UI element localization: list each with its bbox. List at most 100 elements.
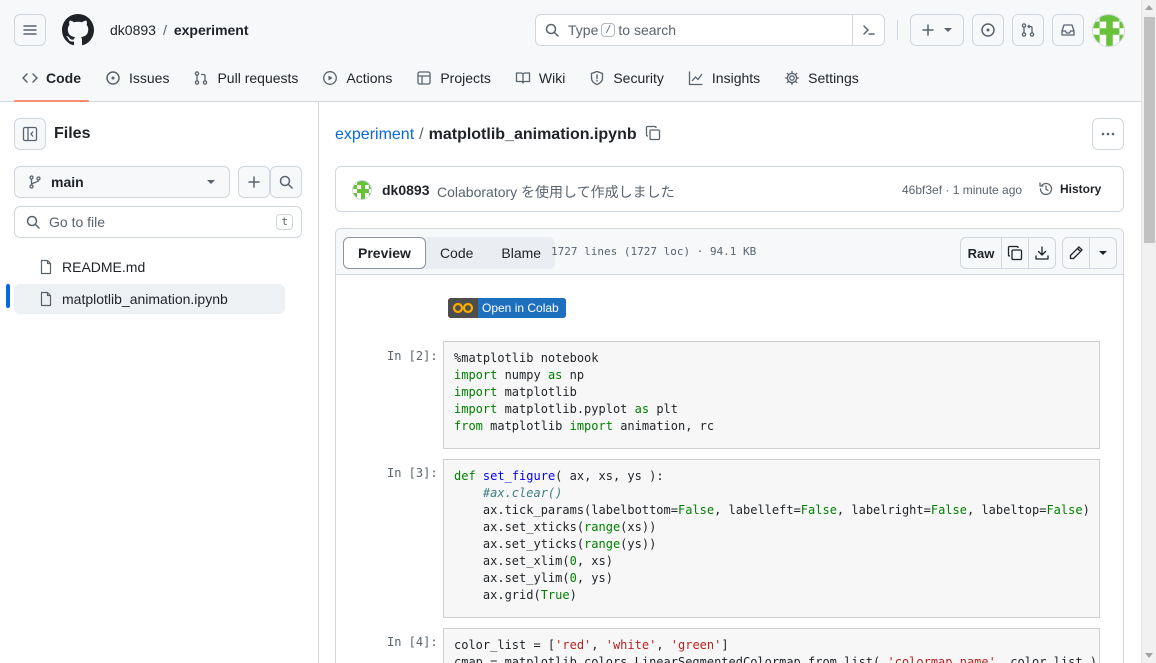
latest-commit-box: dk0893 Colaboratory を使用して作成しました 46bf3ef … [335, 166, 1124, 212]
commit-meta[interactable]: 46bf3ef · 1 minute ago [902, 183, 1022, 197]
pull-requests-button[interactable] [1012, 14, 1044, 46]
branch-name: main [51, 174, 84, 190]
colab-logo-icon [448, 298, 478, 318]
search-icon [544, 22, 560, 38]
file-item-notebook[interactable]: matplotlib_animation.ipynb [14, 284, 285, 314]
book-icon [515, 72, 531, 84]
commit-message[interactable]: Colaboratory を使用して作成しました [437, 182, 675, 202]
tab-actions[interactable]: Actions [314, 60, 400, 96]
commit-author[interactable]: dk0893 [382, 182, 429, 198]
search-files-button[interactable] [270, 166, 302, 198]
colab-badge-label: Open in Colab [478, 298, 566, 318]
copy-raw-button[interactable] [1001, 237, 1029, 269]
collapse-sidebar-button[interactable] [14, 118, 46, 150]
go-to-file-placeholder: Go to file [49, 214, 106, 230]
more-options-button[interactable] [1092, 118, 1124, 150]
history-icon [1039, 182, 1053, 196]
github-logo[interactable] [62, 14, 94, 46]
git-branch-icon [27, 174, 43, 190]
identicon-icon [1093, 15, 1124, 46]
code-cell: %matplotlib notebook import numpy as np … [443, 341, 1100, 449]
scrollbar-thumb[interactable] [1144, 17, 1155, 243]
header-divider [897, 20, 898, 40]
go-to-file-shortcut: t [276, 214, 293, 230]
tab-settings[interactable]: Settings [776, 60, 867, 96]
breadcrumb-separator: / [162, 22, 167, 38]
cell-prompt: In [4]: [387, 635, 438, 649]
tab-projects[interactable]: Projects [408, 60, 499, 96]
scroll-down-arrow-icon[interactable] [1145, 653, 1153, 658]
tab-wiki[interactable]: Wiki [507, 60, 573, 96]
github-mark-icon [62, 14, 94, 46]
download-button[interactable] [1028, 237, 1056, 269]
repo-breadcrumb: dk0893 / experiment [110, 21, 249, 39]
issues-button[interactable] [972, 14, 1004, 46]
tab-insights-label: Insights [711, 70, 761, 86]
code-cell: color_list = ['red', 'white', 'green'] c… [443, 628, 1100, 663]
tab-issues[interactable]: Issues [97, 60, 177, 96]
plus-icon [248, 176, 260, 188]
branch-selector[interactable]: main [14, 166, 230, 198]
path-repo-link[interactable]: experiment [335, 126, 414, 143]
search-input[interactable]: Type / to search [535, 14, 885, 46]
scroll-up-arrow-icon[interactable] [1145, 5, 1153, 10]
tab-security-label: Security [613, 70, 664, 86]
tab-code-view[interactable]: Code [426, 237, 487, 269]
add-file-button[interactable] [238, 166, 270, 198]
history-button[interactable]: History [1038, 181, 1101, 197]
notebook-preview: Open in Colab In [2]: %matplotlib notebo… [336, 275, 1123, 663]
file-info: 1727 lines (1727 loc) · 94.1 KB [551, 245, 757, 258]
issue-opened-icon [981, 23, 995, 37]
tab-code-label: Code [46, 70, 81, 86]
commit-author-avatar[interactable] [352, 180, 372, 200]
command-palette-button[interactable] [852, 15, 884, 45]
tab-pull-requests-label: Pull requests [217, 70, 299, 86]
copy-path-button[interactable] [645, 125, 661, 144]
hamburger-menu-button[interactable] [14, 14, 46, 46]
page: dk0893 / experiment Type / to search Code … [0, 0, 1156, 663]
file-header: Preview Code Blame 1727 lines (1727 loc)… [336, 229, 1123, 275]
inbox-button[interactable] [1052, 14, 1084, 46]
tab-issues-label: Issues [129, 70, 170, 86]
file-icon [40, 259, 52, 275]
tab-security[interactable]: Security [581, 60, 672, 96]
sidebar-collapse-icon [22, 126, 38, 142]
tab-settings-label: Settings [808, 70, 859, 86]
path-separator: / [419, 126, 424, 143]
raw-button[interactable]: Raw [960, 237, 1002, 269]
git-pull-request-icon [1021, 23, 1035, 37]
global-header: dk0893 / experiment Type / to search Code … [0, 0, 1141, 102]
create-new-button[interactable] [910, 14, 964, 46]
edit-file-button[interactable] [1062, 237, 1090, 269]
search-placeholder-prefix: Type [568, 22, 599, 38]
tab-preview[interactable]: Preview [343, 237, 426, 269]
tab-blame[interactable]: Blame [487, 237, 555, 269]
user-avatar[interactable] [1092, 14, 1125, 47]
page-scrollbar[interactable] [1141, 0, 1156, 663]
tab-code[interactable]: Code [14, 60, 89, 102]
edit-options-button[interactable] [1089, 237, 1117, 269]
tab-pull-requests[interactable]: Pull requests [185, 60, 306, 96]
gear-icon [785, 70, 800, 86]
cell-prompt: In [3]: [387, 466, 438, 480]
copy-icon [645, 125, 661, 141]
file-item-label: README.md [62, 259, 146, 275]
file-content-box: Preview Code Blame 1727 lines (1727 loc)… [335, 228, 1124, 663]
path-file-name: matplotlib_animation.ipynb [428, 126, 637, 143]
search-icon [279, 175, 293, 189]
triangle-down-icon [1099, 251, 1107, 255]
identicon-icon [353, 181, 371, 199]
repo-link[interactable]: experiment [174, 22, 249, 38]
open-in-colab-badge[interactable]: Open in Colab [448, 298, 566, 318]
tab-insights[interactable]: Insights [680, 60, 768, 96]
code-icon [22, 73, 38, 83]
file-item-readme[interactable]: README.md [14, 252, 285, 282]
graph-icon [688, 71, 703, 86]
copy-icon [1007, 245, 1023, 261]
go-to-file-input[interactable]: Go to file t [14, 206, 302, 238]
issue-icon [106, 71, 120, 85]
tab-actions-label: Actions [346, 70, 393, 86]
view-mode-switch: Preview Code Blame [343, 237, 556, 269]
code-cell: def set_figure( ax, xs, ys ): #ax.clear(… [443, 459, 1100, 618]
owner-link[interactable]: dk0893 [110, 22, 156, 38]
